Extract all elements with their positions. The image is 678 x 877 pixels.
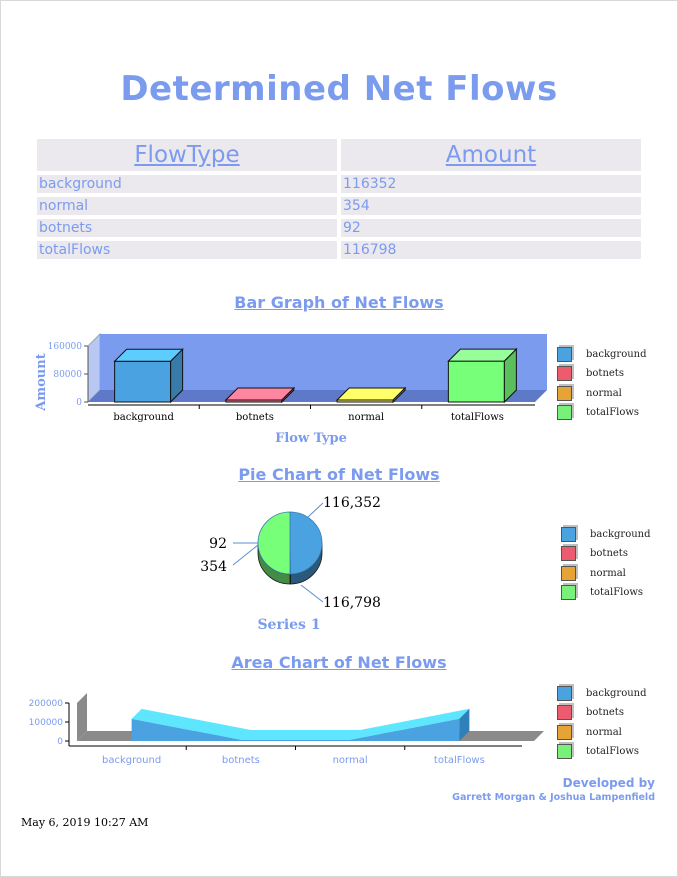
pie-value-label: 116,352 — [323, 495, 381, 511]
pie-label-leader — [300, 584, 324, 603]
legend-swatch — [557, 405, 572, 421]
area-y-tick-label: 200000 — [29, 699, 64, 709]
legend-label: totalFlows — [590, 587, 644, 599]
legend-swatch — [557, 724, 572, 740]
area-chart: 0 100000 200000 background botnets normal tota… — [29, 693, 544, 766]
legend-swatch — [557, 686, 572, 702]
area-y-tick-label: 100000 — [29, 718, 64, 728]
cell-amount: 92 — [341, 219, 641, 237]
table-row: normal 354 — [37, 197, 641, 215]
report-page: Determined Net Flows FlowType Amount bac… — [0, 0, 678, 877]
pie-chart-legend: background botnets normal totalFlows — [561, 525, 651, 602]
table-row: botnets 92 — [37, 219, 641, 237]
legend-item: botnets — [561, 544, 651, 563]
area-y-tick-label: 0 — [57, 737, 63, 747]
legend-label: totalFlows — [586, 746, 640, 758]
pie-chart: 116,352 92 354 116,798Series 1 — [200, 495, 381, 633]
legend-label: normal — [590, 567, 626, 579]
table-row: background 116352 — [37, 175, 641, 193]
bar-y-tick-label: 160000 — [48, 342, 83, 352]
legend-label: botnets — [586, 368, 624, 380]
cell-flowtype: normal — [37, 197, 337, 215]
legend-item: normal — [557, 723, 647, 742]
bar-y-axis-label: Amount — [34, 353, 49, 411]
area-chart-title: Area Chart of Net Flows — [231, 653, 447, 672]
legend-item: normal — [557, 384, 647, 403]
legend-item: background — [561, 525, 651, 544]
bar-x-axis-label: Flow Type — [275, 431, 347, 446]
legend-label: background — [586, 688, 647, 700]
area-x-tick-label: background — [102, 755, 161, 766]
legend-swatch — [557, 705, 572, 721]
legend-item: totalFlows — [557, 742, 647, 761]
bar-y-tick-label: 0 — [76, 398, 82, 408]
table-header-row: FlowType Amount — [37, 139, 641, 171]
pie-value-label: 354 — [200, 559, 227, 575]
legend-item: background — [557, 684, 647, 703]
bar-x-tick-label: normal — [348, 412, 384, 423]
cell-amount: 116798 — [341, 241, 641, 259]
cell-flowtype: totalFlows — [37, 241, 337, 259]
pie-label-leader — [232, 544, 259, 566]
bar-x-tick-label: background — [113, 412, 174, 423]
pie-series-label: Series 1 — [257, 617, 320, 633]
legend-label: background — [590, 529, 651, 541]
pie-label-leader — [307, 502, 324, 518]
cell-flowtype: botnets — [37, 219, 337, 237]
legend-label: normal — [586, 387, 622, 399]
legend-swatch — [561, 527, 576, 543]
area-x-tick-label: normal — [333, 755, 368, 766]
legend-swatch — [561, 546, 576, 562]
legend-swatch — [557, 385, 572, 401]
legend-swatch — [557, 347, 572, 363]
table-row: totalFlows 116798 — [37, 241, 641, 259]
pie-value-label: 92 — [209, 536, 227, 552]
report-date: May 6, 2019 10:27 AM — [21, 816, 149, 829]
legend-item: normal — [561, 564, 651, 583]
legend-item: botnets — [557, 703, 647, 722]
legend-item: totalFlows — [557, 403, 647, 422]
legend-swatch — [557, 744, 572, 760]
legend-item: botnets — [557, 364, 647, 383]
bar-x-tick-label: totalFlows — [451, 412, 504, 423]
bar-plot-side-wall — [87, 332, 101, 404]
bar-chart-legend: background botnets normal totalFlows — [557, 345, 647, 422]
area-chart-legend: background botnets normal totalFlows — [557, 684, 647, 761]
bar-y-tick-label: 80000 — [53, 370, 82, 380]
column-header-amount: Amount — [341, 139, 641, 171]
bar-chart-title: Bar Graph of Net Flows — [234, 293, 444, 312]
credit-heading: Developed by — [562, 776, 655, 790]
net-flows-table: FlowType Amount background 116352 normal… — [33, 135, 645, 263]
area-x-tick-label: botnets — [222, 755, 260, 766]
legend-label: totalFlows — [586, 407, 640, 419]
legend-swatch — [561, 585, 576, 601]
credit-authors: Garrett Morgan & Joshua Lampenfield — [452, 792, 655, 803]
legend-label: normal — [586, 726, 622, 738]
cell-amount: 116352 — [341, 175, 641, 193]
legend-label: background — [586, 349, 647, 361]
legend-swatch — [561, 565, 576, 581]
bar — [447, 360, 505, 403]
area-x-tick-label: totalFlows — [434, 755, 485, 766]
cell-flowtype: background — [37, 175, 337, 193]
pie-value-label: 116,798 — [323, 595, 381, 611]
bar — [114, 360, 172, 403]
legend-item: totalFlows — [561, 583, 651, 602]
legend-item: background — [557, 345, 647, 364]
legend-swatch — [557, 366, 572, 382]
cell-amount: 354 — [341, 197, 641, 215]
page-title: Determined Net Flows — [120, 69, 558, 109]
column-header-flowtype: FlowType — [37, 139, 337, 171]
legend-label: botnets — [590, 548, 628, 560]
bar-x-tick-label: botnets — [236, 412, 274, 423]
pie-chart-title: Pie Chart of Net Flows — [238, 465, 440, 484]
legend-label: botnets — [586, 707, 624, 719]
